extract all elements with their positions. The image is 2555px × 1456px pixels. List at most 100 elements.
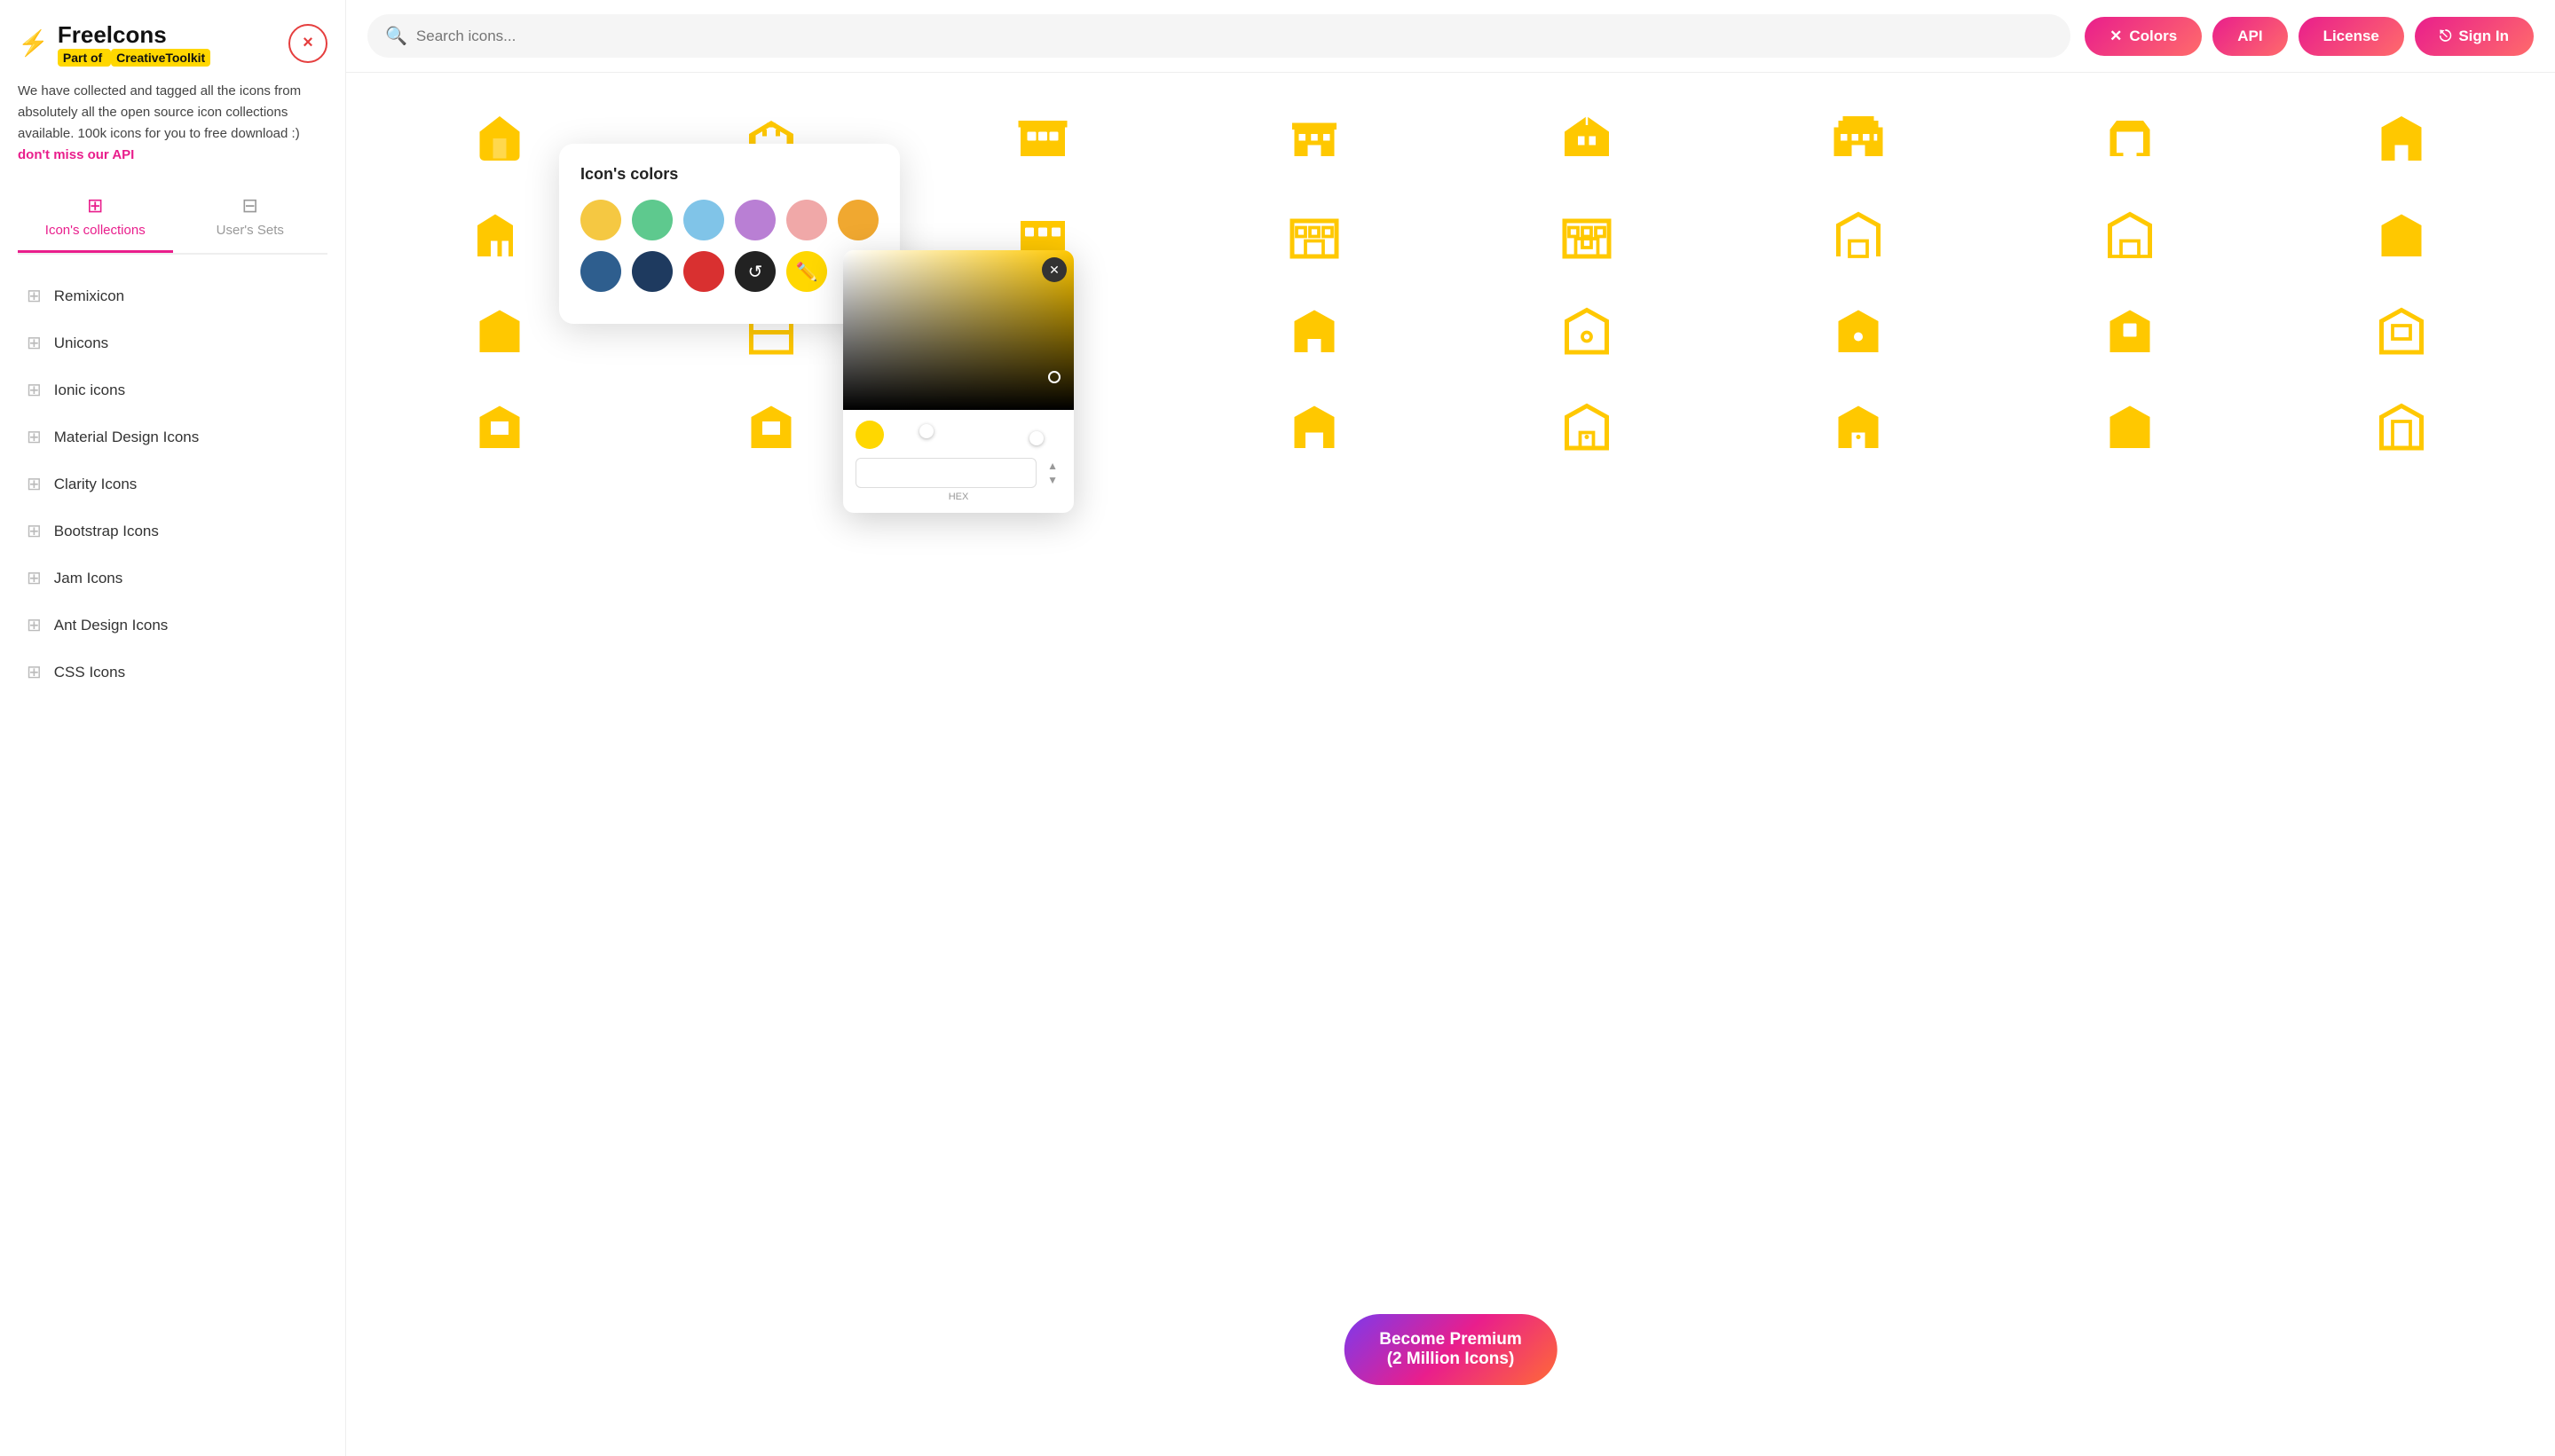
sidebar-tabs: ⊞ Icon's collections ⊟ User's Sets	[18, 182, 327, 255]
icon-cell[interactable]	[1182, 382, 1447, 470]
search-bar[interactable]: 🔍	[367, 14, 2070, 58]
icon-cell[interactable]	[1455, 94, 1719, 183]
colors-button[interactable]: ✕ Colors	[2085, 17, 2202, 56]
picker-hex-input[interactable]: #FFC800	[856, 458, 1037, 488]
color-swatches-row1	[580, 200, 879, 240]
sidebar-item-bootstrap[interactable]: ⊞ Bootstrap Icons	[18, 508, 327, 555]
color-panel-title: Icon's colors	[580, 165, 879, 184]
sidebar-item-remixicon[interactable]: ⊞ Remixicon	[18, 272, 327, 319]
picker-preview	[856, 421, 884, 449]
signin-icon: ⎋	[2440, 28, 2451, 45]
icon-cell[interactable]	[911, 94, 1175, 183]
color-swatches-row2: ↺ ✏️	[580, 251, 879, 292]
swatch-red[interactable]	[683, 251, 724, 292]
icon-cell[interactable]	[2269, 94, 2534, 183]
premium-line2: (2 Million Icons)	[1387, 1350, 1515, 1368]
close-button[interactable]: ×	[288, 24, 327, 63]
item-icon: ⊞	[27, 473, 42, 495]
main-content: 🔍 ✕ Colors API License ⎋ Sign In	[346, 0, 2555, 1456]
license-button[interactable]: License	[2299, 17, 2404, 56]
swatch-navy[interactable]	[580, 251, 621, 292]
sidebar-logo: ⚡ Freelcons Part of CreativeToolkit	[18, 21, 210, 65]
swatch-pink[interactable]	[786, 200, 827, 240]
picker-hex-label: HEX	[856, 492, 1061, 502]
icon-cell[interactable]	[1726, 94, 1991, 183]
sidebar-item-material[interactable]: ⊞ Material Design Icons	[18, 413, 327, 460]
swatch-orange[interactable]	[838, 200, 879, 240]
icon-cell[interactable]	[2269, 382, 2534, 470]
icon-cell[interactable]	[2269, 286, 2534, 374]
sidebar-item-css[interactable]: ⊞ CSS Icons	[18, 649, 327, 696]
picker-controls: #FFC800 ▲ ▼ HEX	[843, 410, 1074, 513]
icon-cell[interactable]	[1998, 382, 2262, 470]
item-icon: ⊞	[27, 332, 42, 354]
sidebar-item-clarity[interactable]: ⊞ Clarity Icons	[18, 460, 327, 508]
icon-cell[interactable]	[1998, 94, 2262, 183]
header-buttons: ✕ Colors API License ⎋ Sign In	[2085, 17, 2534, 56]
logo-subtitle: Part of CreativeToolkit	[58, 51, 210, 65]
logo-title: Freelcons	[58, 21, 210, 49]
api-button[interactable]: API	[2212, 17, 2287, 56]
picker-cursor	[1048, 371, 1061, 383]
icon-cell[interactable]	[1726, 190, 1991, 279]
sidebar-description: We have collected and tagged all the ico…	[18, 81, 327, 166]
icon-cell[interactable]	[1726, 382, 1991, 470]
swatch-custom[interactable]: ✏️	[786, 251, 827, 292]
picker-row	[856, 421, 1061, 449]
search-icon: 🔍	[385, 25, 407, 47]
icon-cell[interactable]	[1998, 190, 2262, 279]
picker-increment[interactable]: ▲	[1044, 459, 1061, 473]
item-icon: ⊞	[27, 379, 42, 401]
swatch-dark-navy[interactable]	[632, 251, 673, 292]
swatch-green[interactable]	[632, 200, 673, 240]
picker-hue-thumb[interactable]	[919, 424, 934, 438]
sidebar: ⚡ Freelcons Part of CreativeToolkit × We…	[0, 0, 346, 1456]
icons-area: ✕	[346, 73, 2555, 1456]
premium-banner[interactable]: Become Premium (2 Million Icons)	[1344, 1314, 1557, 1385]
icon-cell[interactable]	[1182, 190, 1447, 279]
swatch-purple[interactable]	[735, 200, 776, 240]
user-sets-tab-icon: ⊟	[242, 194, 258, 217]
picker-hex-arrows: ▲ ▼	[1044, 459, 1061, 487]
sidebar-item-jam[interactable]: ⊞ Jam Icons	[18, 555, 327, 602]
icon-cell[interactable]	[1726, 286, 1991, 374]
tab-user-sets[interactable]: ⊟ User's Sets	[173, 182, 328, 253]
sidebar-item-ionic[interactable]: ⊞ Ionic icons	[18, 366, 327, 413]
logo-icon: ⚡	[18, 28, 49, 58]
sidebar-header: ⚡ Freelcons Part of CreativeToolkit ×	[18, 21, 327, 65]
icon-cell[interactable]	[1182, 286, 1447, 374]
icon-cell[interactable]	[1455, 190, 1719, 279]
picker-decrement[interactable]: ▼	[1044, 473, 1061, 487]
collections-list: ⊞ Remixicon ⊞ Unicons ⊞ Ionic icons ⊞ Ma…	[18, 272, 327, 696]
icon-cell[interactable]	[2269, 190, 2534, 279]
item-icon: ⊞	[27, 520, 42, 542]
swatch-yellow[interactable]	[580, 200, 621, 240]
header: 🔍 ✕ Colors API License ⎋ Sign In	[346, 0, 2555, 73]
picker-opacity-thumb[interactable]	[1029, 431, 1044, 445]
api-link[interactable]: don't miss our API	[18, 147, 134, 162]
swatch-blue[interactable]	[683, 200, 724, 240]
icon-cell[interactable]	[1998, 286, 2262, 374]
item-icon: ⊞	[27, 426, 42, 448]
color-picker-popup: ✕	[843, 250, 1074, 513]
sidebar-item-ant-design[interactable]: ⊞ Ant Design Icons	[18, 602, 327, 649]
item-icon: ⊞	[27, 567, 42, 589]
icon-cell[interactable]	[1455, 286, 1719, 374]
picker-close-button[interactable]: ✕	[1042, 257, 1067, 282]
icon-cell[interactable]	[1182, 94, 1447, 183]
swatch-reset[interactable]: ↺	[735, 251, 776, 292]
item-icon: ⊞	[27, 614, 42, 636]
premium-line1: Become Premium	[1379, 1330, 1522, 1349]
icon-cell[interactable]	[1455, 382, 1719, 470]
item-icon: ⊞	[27, 661, 42, 683]
picker-hex-row: #FFC800 ▲ ▼	[856, 458, 1061, 488]
search-input[interactable]	[416, 28, 2053, 45]
collections-tab-icon: ⊞	[87, 194, 103, 217]
icon-cell[interactable]	[367, 382, 632, 470]
sidebar-item-unicons[interactable]: ⊞ Unicons	[18, 319, 327, 366]
item-icon: ⊞	[27, 285, 42, 307]
signin-button[interactable]: ⎋ Sign In	[2415, 17, 2534, 56]
picker-gradient[interactable]	[843, 250, 1074, 410]
close-x-icon: ✕	[2109, 28, 2122, 45]
tab-collections[interactable]: ⊞ Icon's collections	[18, 182, 173, 253]
